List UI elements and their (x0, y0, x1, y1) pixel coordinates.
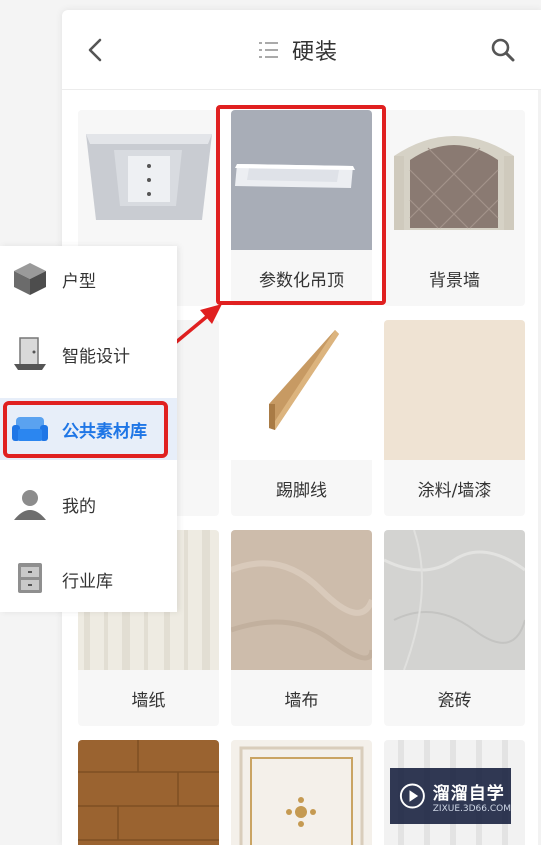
sidebar-item-industry-library[interactable]: 行业库 (0, 548, 177, 610)
watermark-sub-text: ZIXUE.3D66.COM (432, 803, 511, 814)
search-icon[interactable] (490, 37, 516, 63)
highlight-box-parametric-ceiling (216, 105, 386, 305)
material-tile-decor-panel[interactable] (231, 740, 372, 845)
sidebar-item-mine[interactable]: 我的 (0, 473, 177, 535)
tile-label: 背景墙 (429, 270, 480, 291)
wall-cloth-image (231, 530, 372, 670)
cabinet-icon (18, 563, 42, 593)
material-tile-wall-cloth[interactable]: 墙布 (231, 530, 372, 726)
decorative-panel-image (231, 740, 372, 845)
sidebar-item-label: 户型 (62, 271, 96, 292)
house-cube-icon (14, 263, 46, 295)
material-tile-wall-paint[interactable]: 涂料/墙漆 (384, 320, 525, 516)
ceramic-tile-image (384, 530, 525, 670)
ceiling-panel-image (78, 110, 219, 250)
watermark-logo: 溜溜自学 ZIXUE.3D66.COM (390, 768, 511, 824)
panel-header: 硬装 (62, 10, 541, 90)
tile-label: 瓷砖 (437, 690, 472, 711)
highlight-box-public-library (3, 401, 168, 458)
material-tile-background-wall[interactable]: 背景墙 (384, 110, 525, 306)
tile-label: 墙纸 (131, 690, 166, 711)
material-tile-skirting[interactable]: 踢脚线 (231, 320, 372, 516)
watermark-main-text: 溜溜自学 (432, 783, 505, 804)
wood-floor-image (78, 740, 219, 845)
tile-label: 墙布 (284, 690, 319, 711)
sidebar-item-label: 我的 (62, 496, 96, 517)
list-icon (259, 42, 278, 58)
skirting-board-image (231, 320, 372, 460)
tile-label: 踢脚线 (276, 480, 327, 501)
sidebar-menu: 户型 智能设计 公共素材库 我的 行业库 (0, 246, 177, 612)
sidebar-item-label: 智能设计 (62, 346, 130, 367)
sidebar-item-label: 行业库 (62, 571, 113, 592)
wall-paint-image (384, 320, 525, 460)
page-title: 硬装 (292, 40, 339, 65)
play-logo-icon (399, 783, 425, 809)
tile-label: 涂料/墙漆 (417, 480, 492, 501)
sidebar-item-smart-design[interactable]: 智能设计 (0, 323, 177, 385)
user-icon (14, 490, 46, 520)
header-title-group: 硬装 (258, 34, 338, 66)
material-tile-ceramic[interactable]: 瓷砖 (384, 530, 525, 726)
door-icon (14, 337, 46, 370)
material-tile-wood-floor[interactable] (78, 740, 219, 845)
back-arrow-icon[interactable] (84, 36, 108, 64)
background-wall-image (384, 110, 525, 250)
sidebar-item-floorplan[interactable]: 户型 (0, 248, 177, 310)
